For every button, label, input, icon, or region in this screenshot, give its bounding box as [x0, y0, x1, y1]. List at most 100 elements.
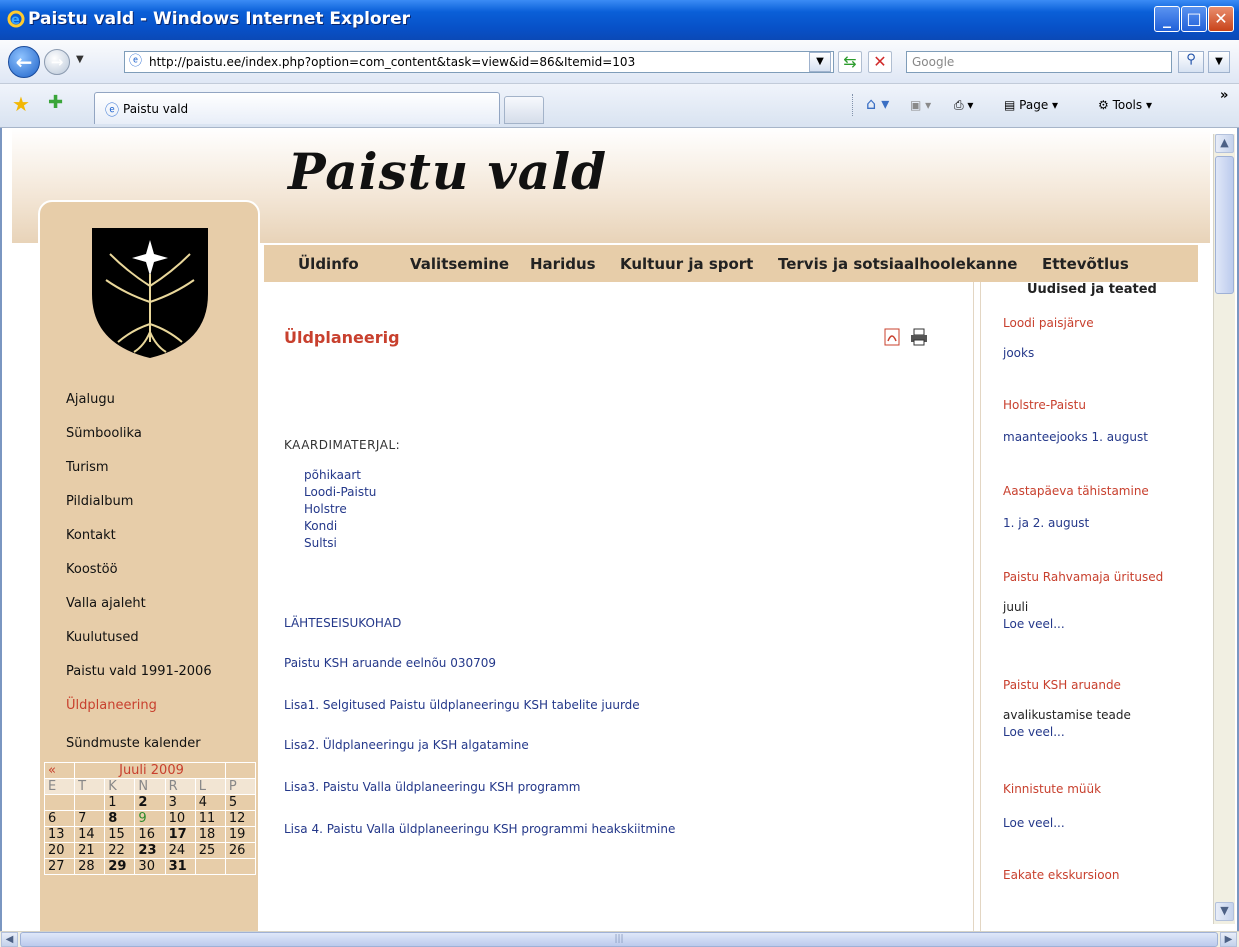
print-icon[interactable]: ⎙ ▾: [954, 98, 973, 113]
maximize-button[interactable]: □: [1181, 6, 1207, 32]
search-options-icon[interactable]: ▼: [1208, 51, 1230, 73]
news-item[interactable]: Kinnistute müük: [1003, 782, 1101, 796]
scroll-left-icon[interactable]: ◀: [1, 932, 18, 947]
scroll-up-icon[interactable]: ▲: [1215, 134, 1234, 153]
calendar-day: [43, 794, 76, 811]
news-item[interactable]: Holstre-Paistu: [1003, 398, 1086, 412]
address-input[interactable]: ⓔ http://paistu.ee/index.php?option=com_…: [124, 51, 834, 73]
print-icon[interactable]: [910, 328, 928, 346]
news-item[interactable]: maanteejooks 1. august: [1003, 430, 1148, 444]
calendar-day: 13: [43, 826, 76, 843]
web-page: Paistu vald Ajalugu Sümboolika Turism Pi…: [12, 128, 1210, 931]
map-link-holstre[interactable]: Holstre: [304, 502, 347, 516]
nav-tervis-ja-sotsiaalhoolekanne[interactable]: Tervis ja sotsiaalhoolekanne: [778, 255, 1017, 273]
search-input[interactable]: Google: [906, 51, 1172, 73]
calendar-day-event[interactable]: 2: [134, 794, 166, 811]
menu-item-symboolika[interactable]: Sümboolika: [66, 426, 142, 441]
horizontal-scroll-thumb[interactable]: |||: [20, 932, 1218, 947]
news-item[interactable]: Aastapäeva tähistamine: [1003, 484, 1149, 498]
calendar-day: 14: [74, 826, 106, 843]
calendar-day-event[interactable]: 8: [104, 810, 136, 827]
tab-ie-icon: ⓔ: [105, 103, 119, 119]
nav-uldinfo[interactable]: Üldinfo: [298, 255, 359, 273]
history-dropdown-icon[interactable]: ▼: [76, 54, 84, 65]
horizontal-scrollbar[interactable]: ◀ ||| ▶: [0, 931, 1239, 947]
doc-link-ksh-aruande[interactable]: Paistu KSH aruande eelnõu 030709: [284, 656, 496, 670]
refresh-button[interactable]: ⇆: [838, 51, 862, 73]
nav-ettevotlus[interactable]: Ettevõtlus: [1042, 255, 1129, 273]
read-more-link[interactable]: Loe veel...: [1003, 816, 1065, 830]
calendar-day-event[interactable]: 29: [104, 858, 136, 875]
nav-haridus[interactable]: Haridus: [530, 255, 596, 273]
tools-menu[interactable]: ⚙ Tools ▾: [1098, 98, 1152, 112]
pdf-icon[interactable]: [884, 328, 900, 346]
doc-link-lisa2[interactable]: Lisa2. Üldplaneeringu ja KSH algatamine: [284, 738, 529, 752]
news-item[interactable]: jooks: [1003, 346, 1034, 360]
page-menu[interactable]: ▤ Page ▾: [1004, 98, 1058, 112]
calendar-day: 30: [134, 858, 166, 875]
calendar-day: [194, 858, 226, 875]
menu-item-syndmuste-kalender[interactable]: Sündmuste kalender: [66, 736, 201, 751]
weekday-label: E: [43, 778, 76, 795]
menu-item-ajalugu[interactable]: Ajalugu: [66, 392, 115, 407]
calendar-day: 28: [74, 858, 106, 875]
news-item: avalikustamise teade: [1003, 708, 1131, 722]
calendar-day-event[interactable]: 23: [134, 842, 166, 859]
forward-button[interactable]: →: [44, 49, 70, 75]
menu-item-kontakt[interactable]: Kontakt: [66, 528, 116, 543]
calendar-day: 6: [43, 810, 76, 827]
read-more-link[interactable]: Loe veel...: [1003, 725, 1065, 739]
stop-button[interactable]: ✕: [868, 51, 892, 73]
browser-viewport: Paistu vald Ajalugu Sümboolika Turism Pi…: [0, 128, 1239, 931]
menu-item-uldplaneering[interactable]: Üldplaneering: [66, 698, 157, 713]
doc-link-lahteseisukohad[interactable]: LÄHTESEISUKOHAD: [284, 616, 401, 630]
map-link-kondi[interactable]: Kondi: [304, 519, 337, 533]
search-icon[interactable]: ⚲: [1178, 51, 1204, 73]
vertical-scrollbar[interactable]: ▲ ▼: [1213, 134, 1235, 924]
calendar-day-event[interactable]: 17: [164, 826, 196, 843]
calendar-day: 15: [104, 826, 136, 843]
back-button[interactable]: ←: [8, 46, 40, 78]
scroll-down-icon[interactable]: ▼: [1215, 902, 1234, 921]
chevron-right-icon[interactable]: »: [1220, 88, 1228, 103]
svg-text:e: e: [11, 13, 20, 28]
news-item[interactable]: Loodi paisjärve: [1003, 316, 1094, 330]
menu-item-pildialbum[interactable]: Pildialbum: [66, 494, 133, 509]
map-link-loodi-paistu[interactable]: Loodi-Paistu: [304, 485, 376, 499]
menu-item-valla-ajaleht[interactable]: Valla ajaleht: [66, 596, 146, 611]
doc-link-lisa4[interactable]: Lisa 4. Paistu Valla üldplaneeringu KSH …: [284, 822, 675, 836]
news-item[interactable]: Paistu Rahvamaja üritused: [1003, 570, 1163, 584]
weekday-label: R: [164, 778, 196, 795]
menu-item-paistu-1991-2006[interactable]: Paistu vald 1991-2006: [66, 664, 212, 679]
map-link-pohikaart[interactable]: põhikaart: [304, 468, 361, 482]
news-item[interactable]: 1. ja 2. august: [1003, 516, 1089, 530]
news-item[interactable]: Eakate ekskursioon: [1003, 868, 1120, 882]
news-item[interactable]: Paistu KSH aruande: [1003, 678, 1121, 692]
scroll-right-icon[interactable]: ▶: [1220, 932, 1237, 947]
address-dropdown-icon[interactable]: ▼: [809, 52, 831, 72]
menu-item-turism[interactable]: Turism: [66, 460, 109, 475]
tab-paistu-vald[interactable]: ⓔ Paistu vald: [94, 92, 500, 124]
maps-heading: KAARDIMATERJAL:: [284, 438, 401, 452]
scroll-thumb[interactable]: [1215, 156, 1234, 294]
feeds-icon[interactable]: ▣ ▾: [910, 98, 931, 112]
add-favorites-icon[interactable]: ✚: [48, 92, 63, 113]
doc-link-lisa3[interactable]: Lisa3. Paistu Valla üldplaneeringu KSH p…: [284, 780, 581, 794]
menu-item-koostoo[interactable]: Koostöö: [66, 562, 118, 577]
nav-kultuur-ja-sport[interactable]: Kultuur ja sport: [620, 255, 753, 273]
minimize-button[interactable]: _: [1154, 6, 1180, 32]
calendar-day: 4: [194, 794, 226, 811]
calendar-day-event[interactable]: 31: [164, 858, 196, 875]
menu-item-kuulutused[interactable]: Kuulutused: [66, 630, 139, 645]
window-title-bar[interactable]: e Paistu vald - Windows Internet Explore…: [0, 0, 1239, 40]
new-tab-button[interactable]: [504, 96, 544, 124]
doc-link-lisa1[interactable]: Lisa1. Selgitused Paistu üldplaneeringu …: [284, 698, 640, 712]
read-more-link[interactable]: Loe veel...: [1003, 617, 1065, 631]
close-button[interactable]: ✕: [1208, 6, 1234, 32]
article-title: Üldplaneerig: [284, 328, 400, 347]
nav-valitsemine[interactable]: Valitsemine: [410, 255, 509, 273]
favorites-star-icon[interactable]: ★: [12, 92, 30, 116]
calendar-prev-button[interactable]: «: [43, 762, 76, 779]
map-link-sultsi[interactable]: Sultsi: [304, 536, 337, 550]
home-icon[interactable]: ⌂ ▾: [866, 94, 889, 113]
